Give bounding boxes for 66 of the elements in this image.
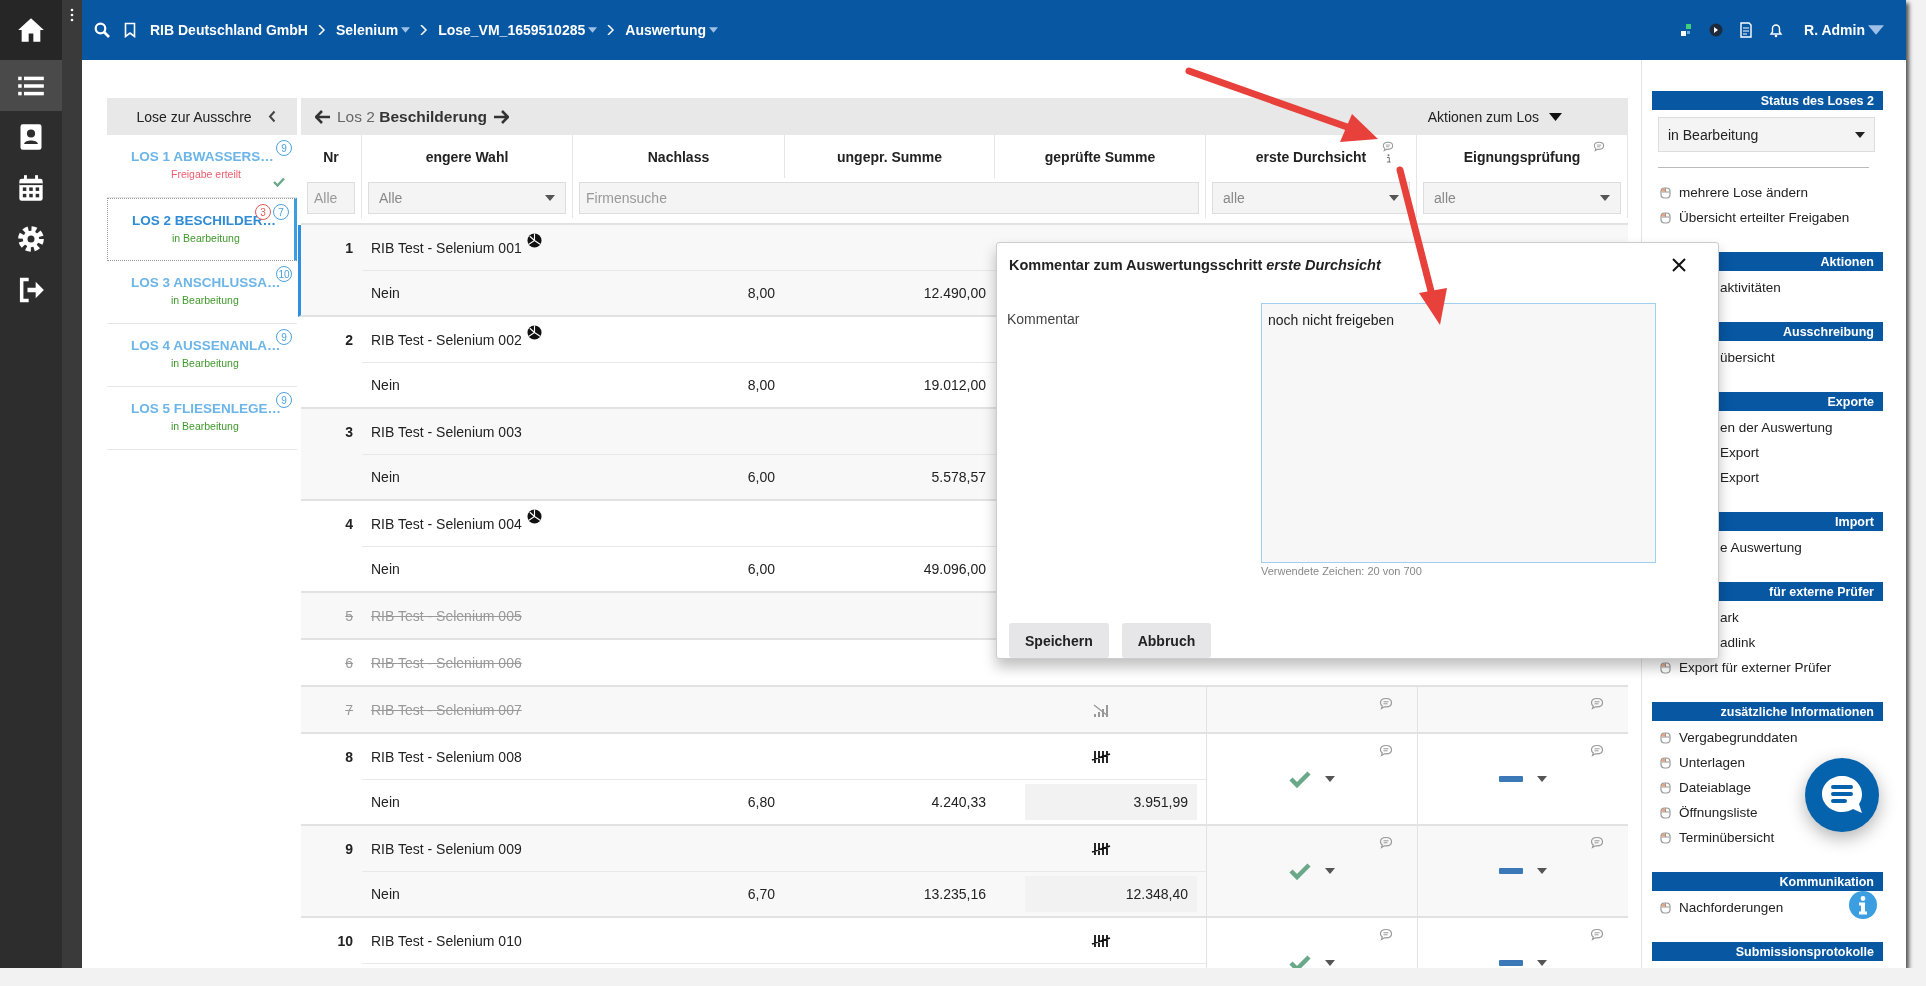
row-number: 9 [344, 839, 354, 859]
company-name: RIB Test - Selenium 009 [371, 840, 522, 857]
company-name: RIB Test - Selenium 006 [371, 654, 522, 671]
lot-status: Freigabe erteilt [171, 168, 242, 180]
section-header: Status des Loses 2 [1652, 91, 1883, 110]
table-cell: 13.235,16 [923, 886, 986, 902]
section-header: Submissionsprotokolle [1652, 942, 1883, 961]
column-header: geprüfte Summe [1044, 148, 1156, 165]
table-cell: Nein [371, 561, 400, 577]
company-name: RIB Test - Selenium 008 [371, 748, 522, 765]
dialog-title: Kommentar zum Auswertungsschritt erste Durchsicht [1009, 257, 1381, 273]
table-cell: Nein [371, 285, 400, 301]
lot-status: in Bearbeitung [171, 357, 239, 369]
company-name: RIB Test - Selenium 004 [371, 515, 522, 532]
table-cell: Nein [371, 469, 400, 485]
column-header: ungepr. Summe [837, 148, 942, 165]
row-number: 10 [336, 931, 354, 951]
count-badge: 10 [276, 266, 292, 282]
count-badge: 9 [276, 140, 292, 156]
count-badge: 7 [273, 204, 289, 220]
column-header: erste Durchsicht [1255, 148, 1367, 165]
table-cell: 8,00 [747, 285, 775, 301]
count-badge: 9 [276, 329, 292, 345]
table-cell: 12.348,40 [1025, 876, 1197, 912]
company-name: RIB Test - Selenium 005 [371, 607, 522, 624]
table-cell: 8,00 [747, 377, 775, 393]
table-cell: 6,70 [747, 886, 775, 902]
table-cell: 12.490,00 [923, 285, 986, 301]
table-cell: 6,80 [747, 794, 775, 810]
company-name: RIB Test - Selenium 002 [371, 331, 522, 348]
lot-status: in Bearbeitung [171, 294, 239, 306]
lot-status: in Bearbeitung [171, 420, 239, 432]
lot-heading: Los 2 Beschilderung [337, 107, 487, 126]
lot-status: in Bearbeitung [172, 232, 240, 244]
row-number: 2 [344, 330, 354, 350]
company-name: RIB Test - Selenium 001 [371, 239, 522, 256]
count-badge: 9 [276, 392, 292, 408]
row-number: 5 [344, 606, 354, 626]
table-cell: Nein [371, 886, 400, 902]
table-cell: 49.096,00 [923, 561, 986, 577]
table-cell: 19.012,00 [923, 377, 986, 393]
row-number: 8 [344, 747, 354, 767]
table-cell: 6,00 [747, 469, 775, 485]
character-counter: Verwendete Zeichen: 20 von 700 [1261, 565, 1423, 577]
table-cell: Nein [371, 377, 400, 393]
table-cell: 3.951,99 [1025, 784, 1197, 820]
row-number: 3 [344, 422, 354, 442]
column-header: Eignungsprüfung [1463, 148, 1581, 165]
company-name: RIB Test - Selenium 007 [371, 701, 522, 718]
row-number: 1 [344, 238, 354, 258]
column-header: Nr [323, 148, 339, 165]
row-number: 6 [344, 653, 354, 673]
section-header: zusätzliche Informationen [1652, 702, 1883, 721]
company-name: RIB Test - Selenium 003 [371, 423, 522, 440]
company-name: RIB Test - Selenium 010 [371, 932, 522, 949]
row-number: 4 [344, 514, 354, 534]
column-header: engere Wahl [425, 148, 509, 165]
lot-title: LOS 1 ABWASSERS… [131, 149, 274, 164]
table-cell: 6,00 [747, 561, 775, 577]
column-header: Nachlass [647, 148, 710, 165]
row-number: 7 [344, 700, 354, 720]
section-header: Kommunikation [1652, 872, 1883, 891]
table-cell: Nein [371, 794, 400, 810]
panel-title: Lose zur Ausschre [136, 108, 252, 125]
table-cell: 5.578,57 [931, 469, 986, 485]
table-cell: 4.240,33 [931, 794, 986, 810]
